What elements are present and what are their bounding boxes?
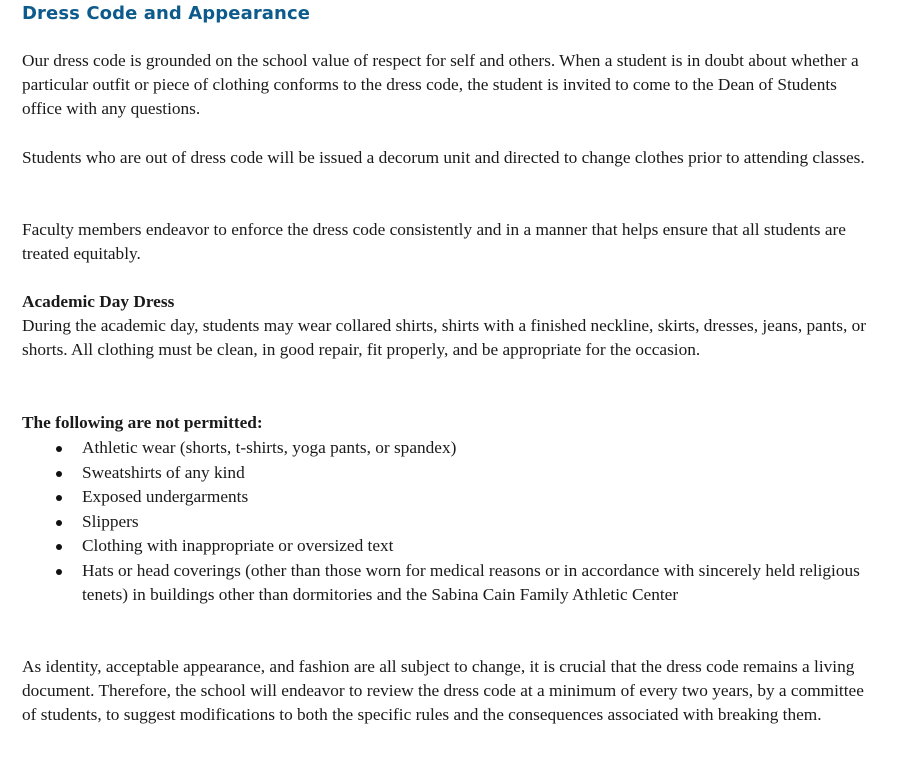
closing-paragraph: As identity, acceptable appearance, and … <box>22 657 864 724</box>
list-item: Clothing with inappropriate or oversized… <box>22 534 882 559</box>
list-item: Hats or head coverings (other than those… <box>22 559 882 608</box>
not-permitted-heading: The following are not permitted: <box>22 413 263 432</box>
list-item: Exposed undergarments <box>22 485 882 510</box>
intro-paragraph: Our dress code is grounded on the school… <box>22 51 859 118</box>
bullet-icon <box>56 544 62 550</box>
enforcement-paragraph: Students who are out of dress code will … <box>22 148 865 167</box>
section-title: Dress Code and Appearance <box>22 3 311 24</box>
bullet-icon <box>56 519 62 526</box>
academic-day-heading: Academic Day Dress <box>22 292 175 311</box>
faculty-paragraph: Faculty members endeavor to enforce the … <box>22 220 846 263</box>
not-permitted-list: Athletic wear (shorts, t-shirts, yoga pa… <box>22 436 882 608</box>
academic-day-paragraph: During the academic day, students may we… <box>22 316 867 359</box>
list-item: Sweatshirts of any kind <box>22 461 882 486</box>
bullet-icon <box>56 495 62 501</box>
list-item: Slippers <box>22 510 882 535</box>
bullet-icon <box>56 568 62 575</box>
list-item: Athletic wear (shorts, t-shirts, yoga pa… <box>22 436 882 461</box>
bullet-icon <box>56 446 62 452</box>
bullet-icon <box>56 470 62 477</box>
